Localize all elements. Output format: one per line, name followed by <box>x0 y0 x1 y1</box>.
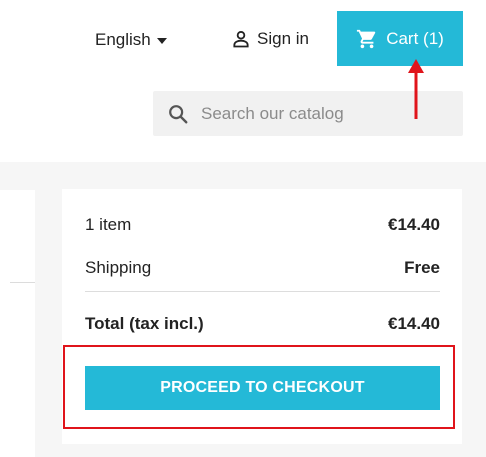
cart-summary: 1 item €14.40 Shipping Free Total (tax i… <box>62 189 462 444</box>
total-row: Total (tax incl.) €14.40 <box>85 314 440 334</box>
total-label: Total (tax incl.) <box>85 314 204 333</box>
shipping-label: Shipping <box>85 258 152 277</box>
items-label: 1 item <box>85 215 132 234</box>
cart-label: Cart (1) <box>386 28 444 48</box>
shopping-cart-icon <box>357 29 376 48</box>
language-label: English <box>95 30 151 49</box>
shipping-row: Shipping Free <box>85 258 440 278</box>
total-value: €14.40 <box>388 314 440 333</box>
user-icon <box>233 31 249 48</box>
search-box[interactable] <box>153 91 463 136</box>
search-icon[interactable] <box>167 103 189 125</box>
items-value: €14.40 <box>388 215 440 234</box>
cart-button[interactable]: Cart (1) <box>337 11 463 66</box>
language-selector[interactable]: English <box>95 30 167 50</box>
divider <box>85 291 440 292</box>
items-row: 1 item €14.40 <box>85 215 440 235</box>
divider <box>10 282 35 283</box>
sign-in-link[interactable]: Sign in <box>231 29 309 49</box>
search-input[interactable] <box>199 102 453 125</box>
search-area <box>0 67 486 162</box>
proceed-to-checkout-button[interactable]: PROCEED TO CHECKOUT <box>85 366 440 410</box>
top-navigation-bar: English Sign in Cart (1) <box>0 0 486 68</box>
caret-down-icon <box>156 37 167 44</box>
shipping-value: Free <box>404 258 440 277</box>
sign-in-label: Sign in <box>257 29 309 48</box>
cart-items-panel <box>0 190 35 457</box>
cart-content: 1 item €14.40 Shipping Free Total (tax i… <box>0 162 486 457</box>
